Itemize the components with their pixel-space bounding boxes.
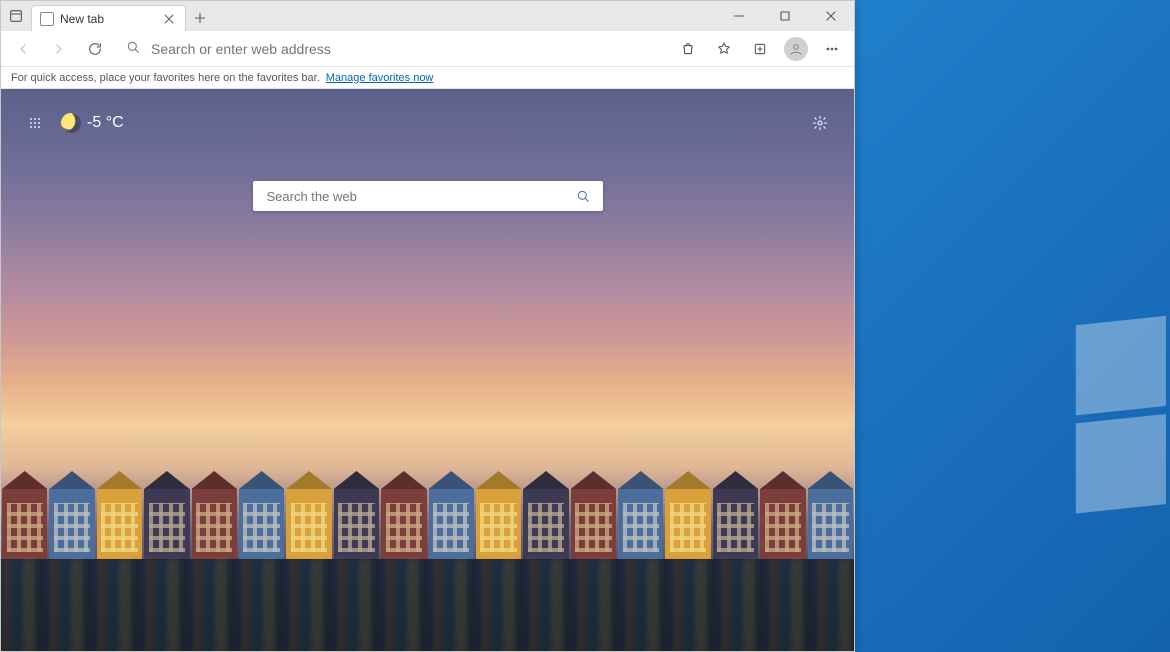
shopping-button[interactable] — [672, 33, 704, 65]
house — [713, 489, 758, 559]
house — [571, 489, 616, 559]
omnibox[interactable] — [115, 34, 668, 64]
ntp-search-box[interactable] — [253, 181, 603, 211]
house — [808, 489, 853, 559]
tab-actions-button[interactable] — [1, 1, 31, 31]
house — [476, 489, 521, 559]
profile-button[interactable] — [780, 33, 812, 65]
collections-button[interactable] — [744, 33, 776, 65]
ntp-search-button[interactable] — [571, 184, 595, 208]
house — [2, 489, 47, 559]
house — [429, 489, 474, 559]
search-icon — [125, 39, 141, 58]
favorites-hint: For quick access, place your favorites h… — [11, 72, 320, 84]
weather-temp: -5 °C — [87, 114, 124, 132]
maximize-button[interactable] — [762, 1, 808, 31]
house — [286, 489, 331, 559]
houses-illustration — [1, 439, 854, 559]
house — [334, 489, 379, 559]
ntp-search-input[interactable] — [265, 188, 571, 205]
page-icon — [40, 12, 54, 26]
house — [381, 489, 426, 559]
house — [523, 489, 568, 559]
close-window-button[interactable] — [808, 1, 854, 31]
manage-favorites-link[interactable]: Manage favorites now — [326, 72, 434, 84]
window-controls — [716, 1, 854, 31]
house — [97, 489, 142, 559]
refresh-button[interactable] — [79, 33, 111, 65]
windows-logo — [1060, 300, 1170, 520]
back-button[interactable] — [7, 33, 39, 65]
house — [760, 489, 805, 559]
forward-button[interactable] — [43, 33, 75, 65]
house — [618, 489, 663, 559]
browser-tab[interactable]: New tab — [31, 5, 186, 31]
browser-window: New tab — [0, 0, 855, 652]
house — [239, 489, 284, 559]
house — [144, 489, 189, 559]
content-area: -5 °C — [1, 89, 854, 651]
favorites-bar: For quick access, place your favorites h… — [1, 67, 854, 89]
house — [49, 489, 94, 559]
weather-widget[interactable]: -5 °C — [61, 113, 124, 133]
house — [665, 489, 710, 559]
water-reflection — [1, 559, 854, 651]
favorites-button[interactable] — [708, 33, 740, 65]
ntp-topbar: -5 °C — [21, 107, 834, 139]
hero-background: -5 °C — [1, 89, 854, 651]
toolbar — [1, 31, 854, 67]
avatar-icon — [784, 37, 808, 61]
tab-title: New tab — [60, 12, 155, 26]
new-tab-page[interactable]: -5 °C — [1, 89, 854, 651]
page-settings-button[interactable] — [806, 109, 834, 137]
apps-button[interactable] — [21, 109, 49, 137]
address-input[interactable] — [149, 40, 658, 58]
titlebar: New tab — [1, 1, 854, 31]
more-button[interactable] — [816, 33, 848, 65]
moon-icon — [58, 110, 84, 136]
minimize-button[interactable] — [716, 1, 762, 31]
new-tab-button[interactable] — [186, 5, 214, 31]
house — [192, 489, 237, 559]
close-tab-button[interactable] — [161, 11, 177, 27]
